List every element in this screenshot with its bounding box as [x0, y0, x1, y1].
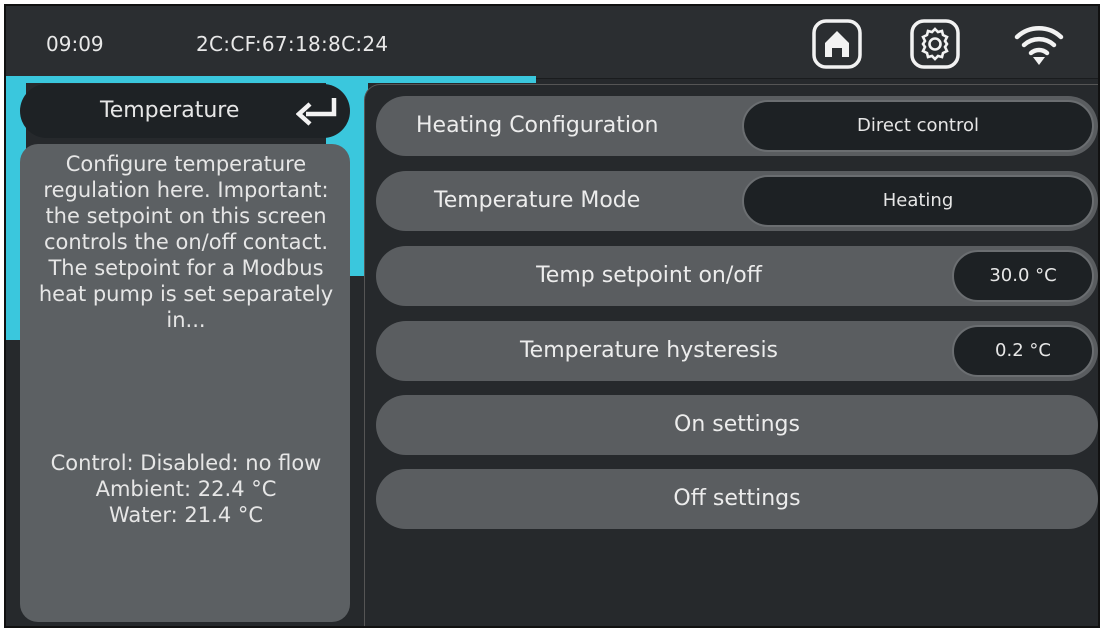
mac-address: 2C:CF:67:18:8C:24	[196, 32, 389, 56]
clock: 09:09	[46, 32, 104, 56]
water-temp: Water: 21.4 °C	[108, 503, 264, 527]
temp-mode-row[interactable]: Temperature Mode Heating	[376, 171, 1098, 231]
on-settings-button[interactable]: On settings	[376, 395, 1098, 455]
home-icon[interactable]	[812, 19, 862, 69]
hysteresis-label: Temperature hysteresis	[519, 338, 779, 363]
accent-bar	[6, 76, 536, 83]
off-settings-label: Off settings	[673, 486, 801, 511]
back-button[interactable]: Temperature	[20, 84, 350, 138]
heating-config-label: Heating Configuration	[416, 113, 659, 138]
status-readout: Control: Disabled: no flow Ambient: 22.4…	[26, 450, 346, 528]
heating-config-row[interactable]: Heating Configuration Direct control	[376, 96, 1098, 156]
temp-mode-label: Temperature Mode	[434, 188, 641, 213]
control-status: Control: Disabled: no flow	[50, 451, 322, 475]
wifi-icon[interactable]	[1013, 23, 1065, 67]
gear-icon[interactable]	[910, 19, 960, 69]
status-bar: 09:09 2C:CF:67:18:8C:24	[6, 6, 1098, 79]
off-settings-button[interactable]: Off settings	[376, 469, 1098, 529]
setpoint-label: Temp setpoint on/off	[536, 263, 762, 288]
return-arrow-icon	[296, 98, 337, 126]
on-settings-label: On settings	[674, 412, 800, 437]
setpoint-value[interactable]: 30.0 °C	[952, 250, 1094, 302]
heating-config-value[interactable]: Direct control	[742, 100, 1094, 152]
section-title: Temperature	[100, 98, 240, 123]
temp-mode-value[interactable]: Heating	[742, 175, 1094, 227]
hysteresis-row[interactable]: Temperature hysteresis 0.2 °C	[376, 321, 1098, 381]
device-screen: 09:09 2C:CF:67:18:8C:24 Temperature Conf…	[4, 4, 1100, 628]
hysteresis-value[interactable]: 0.2 °C	[952, 325, 1094, 377]
description-text: Configure temperature regulation here. I…	[38, 152, 334, 332]
ambient-temp: Ambient: 22.4 °C	[95, 477, 277, 501]
setpoint-row[interactable]: Temp setpoint on/off 30.0 °C	[376, 246, 1098, 306]
